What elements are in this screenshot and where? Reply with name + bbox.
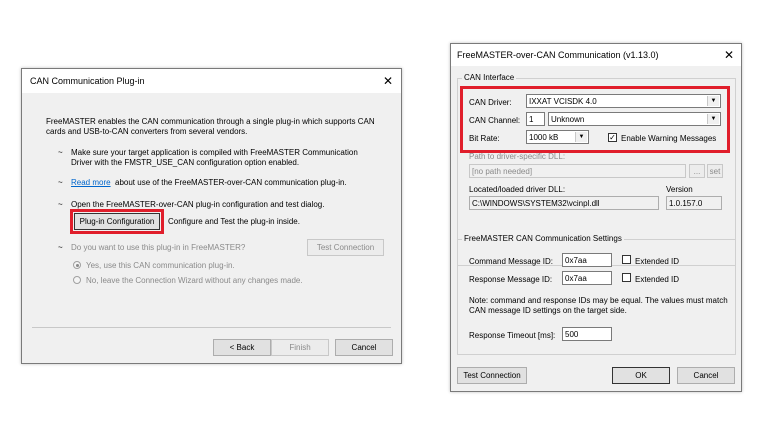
close-icon[interactable]: ✕ — [383, 75, 393, 87]
bullet-open-text: Open the FreeMASTER-over-CAN plug-in con… — [71, 200, 325, 209]
finish-button[interactable]: Finish — [271, 339, 329, 356]
timeout-input[interactable]: 500 — [562, 327, 612, 341]
response-extended-label: Extended ID — [635, 275, 680, 284]
divider — [32, 327, 391, 328]
version-field: 1.0.157.0 — [666, 196, 722, 210]
highlight-box — [70, 209, 164, 234]
dialog-title: CAN Communication Plug-in — [30, 76, 145, 86]
title-bar: CAN Communication Plug-in ✕ — [22, 69, 401, 93]
path-input[interactable]: [no path needed] — [469, 164, 686, 178]
set-button[interactable]: set — [707, 164, 723, 178]
radio-yes[interactable] — [73, 261, 81, 269]
version-label: Version — [666, 185, 693, 194]
read-more-desc: about use of the FreeMASTER-over-CAN com… — [115, 178, 347, 187]
radio-yes-label: Yes, use this CAN communication plug-in. — [86, 261, 235, 270]
command-extended-checkbox[interactable] — [622, 255, 631, 264]
bullet-icon: ~ — [58, 148, 63, 157]
command-extended-label: Extended ID — [635, 257, 680, 266]
test-connection-button[interactable]: Test Connection — [457, 367, 527, 384]
response-id-input[interactable]: 0x7aa — [562, 271, 612, 285]
read-more-link[interactable]: Read more — [71, 178, 111, 187]
title-bar: FreeMASTER-over-CAN Communication (v1.13… — [451, 44, 741, 66]
located-dll-field: C:\WINDOWS\SYSTEM32\vcinpl.dll — [469, 196, 659, 210]
highlight-box — [460, 86, 730, 153]
can-interface-group-title: CAN Interface — [462, 73, 517, 82]
located-dll-label: Located/loaded driver DLL: — [469, 185, 566, 194]
command-id-input[interactable]: 0x7aa — [562, 253, 612, 267]
bullet-compile-text: Make sure your target application is com… — [71, 148, 358, 167]
timeout-label: Response Timeout [ms]: — [469, 331, 556, 340]
bullet-icon: ~ — [58, 200, 63, 209]
bullet-icon: ~ — [58, 178, 63, 187]
cancel-button[interactable]: Cancel — [677, 367, 735, 384]
can-communication-dialog: FreeMASTER-over-CAN Communication (v1.13… — [450, 43, 742, 392]
intro-text: FreeMASTER enables the CAN communication… — [46, 117, 375, 136]
test-connection-button[interactable]: Test Connection — [307, 239, 384, 256]
bullet-icon: ~ — [58, 243, 63, 252]
command-id-label: Command Message ID: — [469, 257, 554, 266]
can-plugin-dialog: CAN Communication Plug-in ✕ FreeMASTER e… — [21, 68, 402, 364]
path-label: Path to driver-specific DLL: — [469, 152, 566, 161]
browse-button[interactable]: ... — [689, 164, 705, 178]
plugin-config-desc: Configure and Test the plug-in inside. — [168, 217, 300, 226]
dialog-title: FreeMASTER-over-CAN Communication (v1.13… — [457, 50, 659, 60]
radio-no[interactable] — [73, 276, 81, 284]
ok-button[interactable]: OK — [612, 367, 670, 384]
use-plugin-question: Do you want to use this plug-in in FreeM… — [71, 243, 246, 252]
radio-no-label: No, leave the Connection Wizard without … — [86, 276, 303, 285]
note-text: Note: command and response IDs may be eq… — [469, 296, 728, 315]
response-id-label: Response Message ID: — [469, 275, 553, 284]
settings-group-title: FreeMASTER CAN Communication Settings — [462, 234, 624, 243]
response-extended-checkbox[interactable] — [622, 273, 631, 282]
close-icon[interactable]: ✕ — [724, 49, 734, 61]
back-button[interactable]: < Back — [213, 339, 271, 356]
cancel-button[interactable]: Cancel — [335, 339, 393, 356]
